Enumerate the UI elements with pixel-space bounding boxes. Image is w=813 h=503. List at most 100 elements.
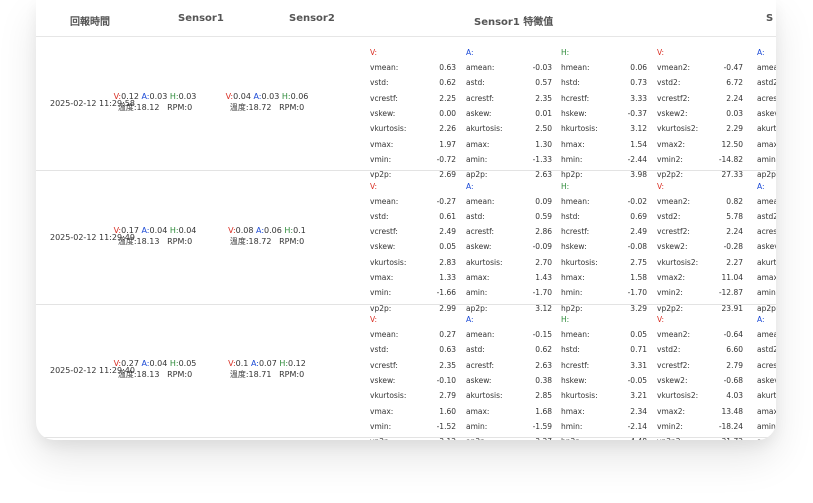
feature-key: vmax: [370, 406, 394, 416]
feature-value: 2.24 [726, 227, 743, 237]
a-value: 0.04 [149, 359, 168, 368]
feature-group-v2: V: vmean2: -0.64 vstd2: 6.60 vcrestf2: 2… [657, 304, 743, 440]
feature-key: amea [757, 330, 776, 339]
feature-group-title: H: [561, 315, 570, 324]
feature-group-title: V: [370, 181, 378, 191]
feature-value: -12.87 [718, 288, 743, 298]
feature-key: akurto [757, 391, 776, 401]
a-label: A: [141, 359, 150, 368]
v-label: V: [113, 92, 122, 101]
feature-group-a2: A: amea astd2 acres askev akurto amax am… [757, 171, 776, 313]
feature-key: amax: [466, 139, 490, 149]
a-value: 0.03 [261, 92, 280, 101]
feature-key: amin2 [757, 421, 776, 431]
feature-value: 2.70 [535, 257, 552, 267]
h-label: H: [169, 225, 179, 235]
feature-value: 4.48 [630, 437, 647, 440]
h-label: H: [169, 92, 179, 101]
feature-value: 0.63 [439, 345, 456, 355]
feature-value: 6.60 [726, 345, 743, 355]
feature-key: akurtosis: [466, 257, 503, 267]
feature-value: 4.03 [726, 391, 743, 401]
feature-key: vkurtosis2: [657, 124, 699, 134]
feature-value: 13.48 [721, 406, 743, 416]
feature-value: -1.70 [627, 288, 647, 298]
temperature-label: 溫度: [229, 236, 249, 246]
feature-value: -0.47 [723, 63, 743, 72]
feature-value: 2.35 [439, 360, 456, 370]
temperature-value: 18.12 [136, 103, 160, 112]
feature-key: askew: [466, 108, 492, 118]
temperature-label: 溫度: [229, 370, 249, 379]
feature-key: acrestf: [466, 93, 495, 103]
feature-value: 3.12 [439, 437, 456, 440]
feature-key: akurtosis: [466, 124, 503, 134]
feature-key: amax: [466, 273, 490, 282]
feature-value: -0.68 [723, 375, 743, 385]
v-value: 0.17 [121, 225, 139, 235]
feature-group-a: A: amean: -0.15 astd: 0.62 acrestf: 2.63… [466, 304, 552, 440]
feature-value: 0.82 [726, 196, 743, 206]
rpm-label: RPM: [279, 370, 300, 379]
feature-key: hstd: [561, 345, 580, 355]
feature-value: -0.15 [532, 330, 552, 339]
feature-key: acrestf: [466, 227, 495, 237]
feature-value: 31.72 [722, 437, 743, 440]
feature-key: hskew: [561, 242, 587, 252]
feature-key: hkurtosis: [561, 257, 598, 267]
sensor-table-card: 回報時間 Sensor1 Sensor2 Sensor1 特徵值 S 2025-… [36, 0, 776, 440]
feature-value: 1.30 [535, 139, 552, 149]
feature-group-title: H: [561, 48, 570, 57]
feature-value: -1.33 [532, 154, 552, 164]
feature-key: acrestf: [466, 360, 495, 370]
v-value: 0.12 [121, 92, 139, 101]
feature-key: hcrestf: [561, 360, 590, 370]
feature-key: vskew: [370, 108, 396, 118]
feature-value: 1.60 [439, 406, 456, 416]
a-value: 0.07 [258, 359, 277, 368]
feature-key: vmin: [370, 154, 392, 164]
feature-key: amax [757, 139, 776, 149]
feature-value: 0.27 [439, 330, 456, 339]
feature-value: 2.83 [439, 257, 456, 267]
sensor2-summary: V:0.08 A:0.06 H:0.1 溫度:18.72 RPM:0 [212, 225, 322, 247]
feature-value: -0.37 [627, 108, 647, 118]
feature-key: vskew2: [657, 242, 688, 252]
feature-key: vstd: [370, 78, 389, 88]
feature-value: 0.62 [439, 78, 456, 88]
table-header: 回報時間 Sensor1 Sensor2 Sensor1 特徵值 S [36, 0, 776, 37]
h-value: 0.06 [290, 92, 309, 101]
temperature-value: 18.13 [136, 370, 160, 379]
feature-value: 3.33 [630, 93, 647, 103]
feature-value: -18.24 [718, 421, 743, 431]
h-value: 0.05 [178, 359, 197, 368]
feature-value: 0.73 [630, 78, 647, 88]
v-label: V: [228, 225, 236, 235]
feature-group-title: A: [757, 48, 765, 57]
feature-key: hmean: [561, 63, 590, 72]
header-sensor1: Sensor1 [178, 13, 224, 24]
feature-key: vmean: [370, 63, 399, 72]
feature-group-title: V: [657, 315, 665, 324]
feature-key: vkurtosis2: [657, 391, 699, 401]
feature-key: hmean: [561, 330, 590, 339]
table-row: 2025-02-12 11:29:49 V:0.17 A:0.04 H:0.04… [36, 171, 776, 313]
feature-key: astd: [466, 78, 485, 88]
feature-key: askev [757, 242, 776, 252]
feature-group-title: V: [657, 48, 665, 57]
feature-key: vmin2: [657, 288, 683, 298]
feature-value: 2.35 [535, 93, 552, 103]
feature-key: vmean: [370, 330, 399, 339]
feature-key: vmin2: [657, 154, 683, 164]
feature-key: vkurtosis: [370, 257, 407, 267]
feature-value: 1.43 [535, 273, 552, 282]
feature-value: 2.49 [439, 227, 456, 237]
feature-group-title: A: [466, 48, 474, 57]
rpm-label: RPM: [279, 236, 300, 246]
sensor1-summary: V:0.12 A:0.03 H:0.03 溫度:18.12 RPM:0 [100, 91, 210, 113]
feature-value: -0.05 [627, 375, 647, 385]
feature-value: -0.64 [723, 330, 743, 339]
feature-key: hmin: [561, 421, 583, 431]
feature-value: 2.63 [535, 360, 552, 370]
feature-group-a: A: amean: 0.09 astd: 0.59 acrestf: 2.86 … [466, 171, 552, 313]
